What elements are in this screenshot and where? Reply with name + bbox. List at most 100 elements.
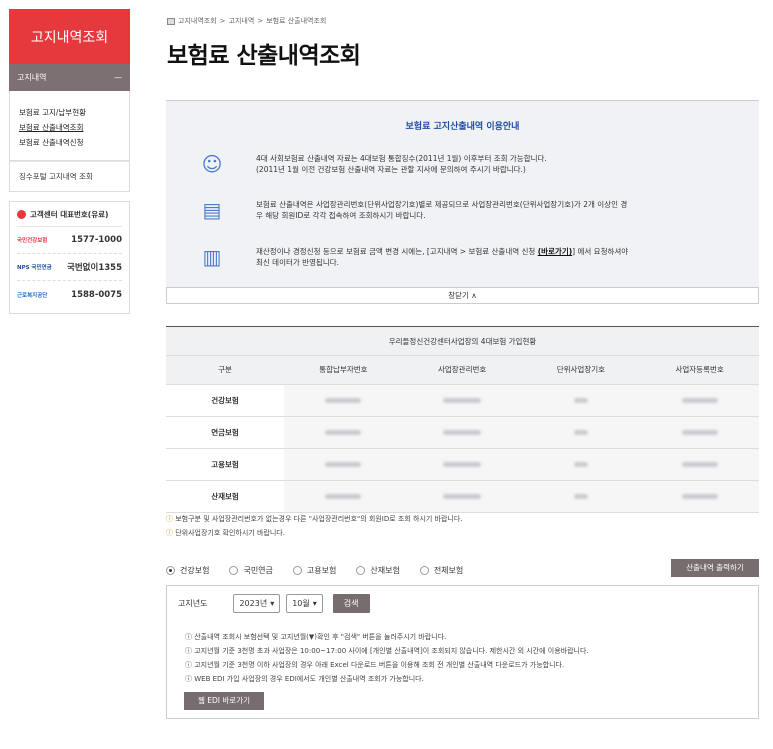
- column-header: 구분: [166, 356, 284, 385]
- sidebar-item-calc-inquiry[interactable]: 보험료 산출내역조회: [19, 120, 120, 135]
- guide-line: 최신 데이터가 반영됩니다.: [256, 258, 340, 267]
- breadcrumb-item: 보험료 산출내역조회: [266, 17, 327, 25]
- radio-label: 산재보험: [370, 566, 400, 575]
- column-header: 단위사업장기호: [521, 356, 641, 385]
- redacted-cell: [521, 384, 641, 417]
- guide-title: 보험료 고지산출내역 이용안내: [405, 122, 520, 132]
- table-header-row: 구분 통합납부자번호 사업장관리번호 단위사업장기호 사업자등록번호: [166, 356, 759, 385]
- sidebar-item-payment-status[interactable]: 보험료 고지/납부현황: [19, 105, 120, 120]
- guide-panel: 보험료 고지산출내역 이용안내 ☺ 4대 사회보험료 산출내역 자료는 4대보험…: [166, 100, 759, 304]
- redacted-cell: [402, 480, 522, 513]
- callcenter-title-text: 고객센터 대표번호(유료): [30, 209, 109, 219]
- breadcrumb: 고지내역조회 > 고지내역 > 보험료 산출내역조회: [167, 16, 326, 26]
- info-icon: ⓘ: [166, 515, 173, 523]
- row-label: 건강보험: [166, 384, 284, 417]
- redacted-cell: [640, 448, 759, 481]
- web-edi-button[interactable]: 웹 EDI 바로가기: [184, 692, 264, 710]
- row-label: 연금보험: [166, 416, 284, 449]
- month-value: 10월: [292, 599, 310, 608]
- breadcrumb-item[interactable]: 고지내역조회: [178, 16, 217, 26]
- note-text: 단위사업장기호 확인하시기 바랍니다.: [175, 529, 285, 537]
- guide-item: ▥ 재산정이나 경정신청 등으로 보험료 금액 변경 시에는, [고지내역 > …: [198, 244, 629, 270]
- sidebar-link-portal[interactable]: 징수포털 고지내역 조회: [9, 161, 130, 192]
- info-icon: ⓘ: [185, 661, 192, 669]
- info-icon: ⓘ: [185, 633, 192, 641]
- chevron-down-icon: ▾: [270, 599, 275, 608]
- comwel-logo: 근로복지공단: [17, 292, 48, 299]
- radio-button[interactable]: [356, 566, 366, 575]
- radio-health[interactable]: 건강보험: [166, 565, 209, 576]
- radio-employment[interactable]: 고용보험: [292, 565, 336, 576]
- guide-line: ] 에서 요청하셔야: [572, 247, 629, 256]
- redacted-cell: [402, 384, 522, 417]
- sidebar-section-label: 고지내역: [17, 73, 47, 82]
- radio-label: 국민연금: [243, 566, 273, 575]
- redacted-cell: [640, 416, 759, 449]
- guide-line: (2011년 1월 이전 건강보험 산출내역 자료는 관할 지사에 문의하여 주…: [256, 165, 526, 174]
- sidebar-item-calc-request[interactable]: 보험료 산출내역신청: [19, 135, 120, 150]
- callcenter-box: 고객센터 대표번호(유료) 국민건강보험 1577-1000 NPS 국민연금 …: [9, 201, 130, 314]
- breadcrumb-item[interactable]: 고지내역: [229, 16, 255, 26]
- redacted-cell: [521, 416, 641, 449]
- year-value: 2023년: [239, 599, 268, 608]
- insurance-status-table: 우리들정신건강센터사업장의 4대보험 가입현황 구분 통합납부자번호 사업장관리…: [166, 326, 759, 513]
- collapse-icon[interactable]: —: [114, 73, 122, 82]
- nhis-logo: 국민건강보험: [17, 238, 48, 244]
- note-text: 보험구분 및 사업장관리번호가 없는경우 다른 "사업장관리번호"의 회원ID로…: [175, 515, 463, 523]
- note-text: 고지년월 기준 3천명 이하 사업장의 경우 아래 Excel 다운로드 버튼을…: [194, 661, 565, 669]
- redacted-cell: [284, 480, 403, 513]
- table-notes: ⓘ 보험구분 및 사업장관리번호가 없는경우 다른 "사업장관리번호"의 회원I…: [166, 512, 463, 540]
- callcenter-number: 국번없이1355: [67, 263, 122, 273]
- radio-industrial-accident[interactable]: 산재보험: [356, 565, 400, 576]
- phone-icon: [17, 209, 26, 219]
- radio-label: 건강보험: [180, 566, 210, 575]
- print-calc-button[interactable]: 산출내역 출력하기: [671, 559, 759, 577]
- shortcut-link[interactable]: (바로가기): [538, 247, 572, 256]
- document-check-icon: ▥: [202, 245, 222, 269]
- row-label: 고용보험: [166, 448, 284, 481]
- guide-text: 재산정이나 경정신청 등으로 보험료 금액 변경 시에는, [고지내역 > 보험…: [256, 246, 628, 268]
- year-label: 고지년도: [178, 599, 208, 608]
- month-select[interactable]: 10월 ▾: [286, 594, 323, 613]
- redacted-cell: [640, 480, 759, 513]
- radio-button[interactable]: [166, 566, 175, 575]
- sidebar-section-header[interactable]: 고지내역 —: [9, 64, 130, 91]
- row-label: 산재보험: [166, 480, 284, 513]
- search-button[interactable]: 검색: [332, 594, 370, 613]
- user-icon: ☺: [201, 152, 223, 176]
- redacted-cell: [521, 448, 641, 481]
- guide-line: 재산정이나 경정신청 등으로 보험료 금액 변경 시에는, [고지내역 > 보험…: [256, 247, 538, 256]
- year-select[interactable]: 2023년 ▾: [233, 594, 281, 613]
- callcenter-row: NPS 국민연금 국번없이1355: [17, 254, 122, 281]
- radio-all[interactable]: 전체보험: [419, 565, 463, 576]
- callcenter-row: 근로복지공단 1588-0075: [17, 281, 122, 308]
- info-icon: ⓘ: [185, 647, 192, 655]
- note-text: WEB EDI 가입 사업장의 경우 EDI에서도 개인별 산출내역 조회가 가…: [194, 675, 424, 683]
- document-won-icon: ▤: [202, 198, 222, 222]
- radio-button[interactable]: [419, 566, 429, 575]
- table-row: 산재보험: [166, 480, 759, 513]
- guide-text: 4대 사회보험료 산출내역 자료는 4대보험 통합징수(2011년 1월) 이후…: [256, 153, 547, 175]
- close-guide-button[interactable]: 창닫기 ∧: [166, 287, 759, 304]
- home-icon[interactable]: [167, 17, 175, 25]
- chevron-down-icon: ▾: [312, 599, 317, 608]
- callcenter-row: 국민건강보험 1577-1000: [17, 227, 122, 254]
- column-header: 사업장관리번호: [402, 356, 522, 385]
- redacted-cell: [402, 416, 522, 449]
- guide-line: 우 해당 회원ID로 각각 접속하여 조회하시기 바랍니다.: [256, 211, 426, 220]
- column-header: 통합납부자번호: [284, 356, 403, 385]
- page-title: 보험료 산출내역조회: [167, 43, 361, 69]
- sidebar-menu: 보험료 고지/납부현황 보험료 산출내역조회 보험료 산출내역신청: [9, 91, 130, 161]
- redacted-cell: [284, 384, 403, 417]
- sidebar-title: 고지내역조회: [9, 9, 130, 64]
- column-header: 사업자등록번호: [640, 356, 759, 385]
- table-row: 건강보험: [166, 384, 759, 417]
- radio-pension[interactable]: 국민연금: [229, 565, 273, 576]
- info-icon: ⓘ: [166, 529, 173, 537]
- sidebar: 고지내역조회 고지내역 — 보험료 고지/납부현황 보험료 산출내역조회 보험료…: [9, 9, 130, 314]
- redacted-cell: [284, 416, 403, 449]
- callcenter-number: 1577-1000: [71, 235, 122, 245]
- period-selector: 고지년도 2023년 ▾ 10월 ▾ 검색: [178, 594, 370, 613]
- radio-button[interactable]: [292, 566, 302, 575]
- radio-button[interactable]: [229, 566, 239, 575]
